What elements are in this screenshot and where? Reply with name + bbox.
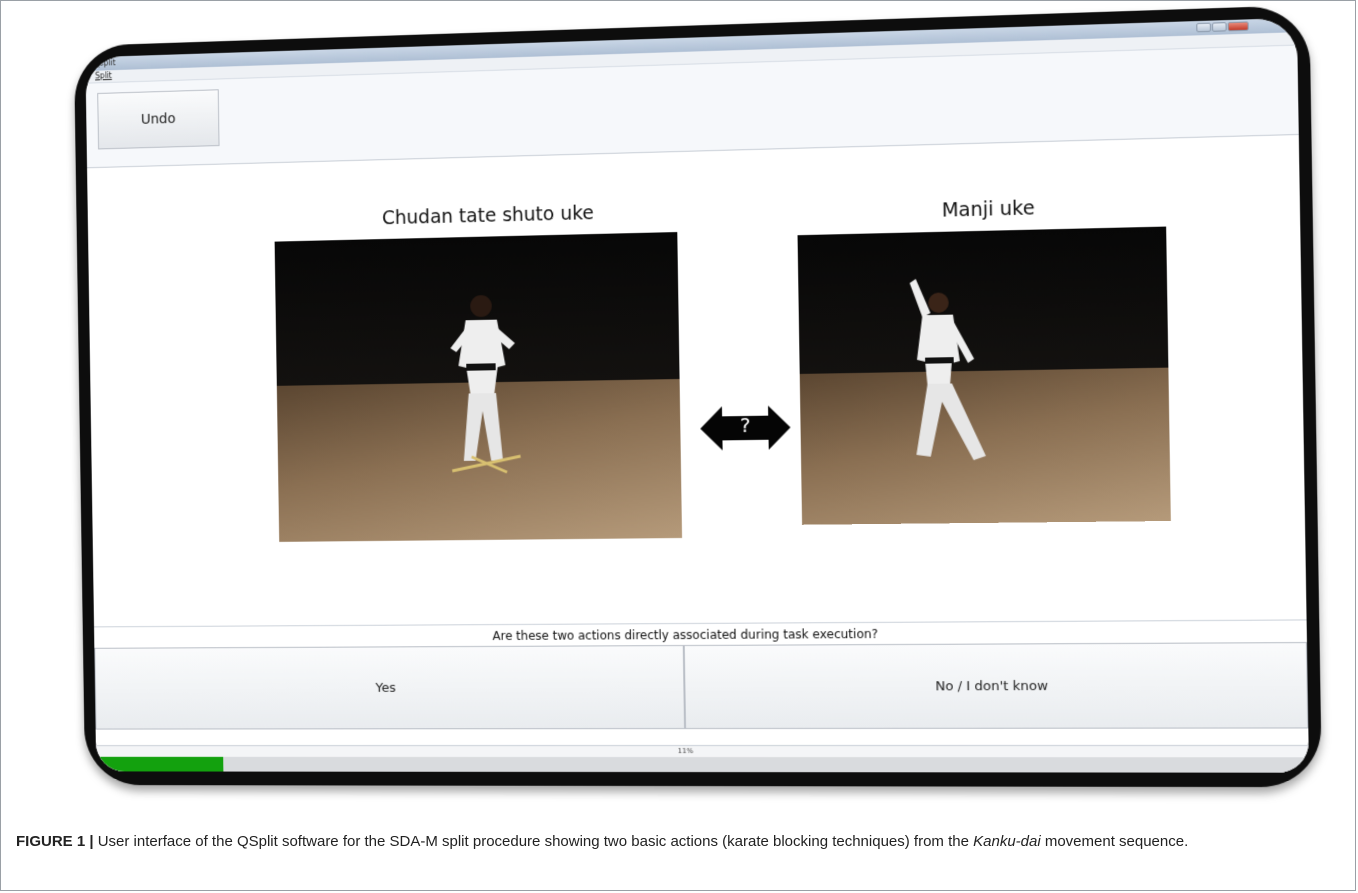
progress-percent: 11%	[677, 747, 694, 756]
right-action-image	[797, 226, 1171, 525]
menu-split[interactable]: Split	[95, 71, 112, 80]
right-action-title: Manji uke	[941, 197, 1035, 222]
app-window: qsplit Split Undo Chudan tate shuto uke	[85, 17, 1310, 773]
no-dont-know-button[interactable]: No / I don't know	[683, 642, 1309, 730]
progress-area: 11%	[95, 744, 1310, 773]
caption-label: FIGURE 1 |	[16, 833, 94, 850]
caption-text-before: User interface of the QSplit software fo…	[93, 833, 974, 850]
relation-question-mark: ?	[739, 412, 751, 438]
yes-button[interactable]: Yes	[94, 645, 686, 730]
left-action-title: Chudan tate shuto uke	[381, 202, 595, 230]
relation-arrow: ?	[699, 402, 791, 453]
answer-buttons: Yes No / I don't know	[94, 642, 1309, 730]
window-controls	[1196, 21, 1249, 33]
progress-fill	[96, 756, 224, 772]
minimize-icon[interactable]	[1196, 22, 1212, 33]
maximize-icon[interactable]	[1211, 22, 1227, 32]
figure-caption: FIGURE 1 | User interface of the QSplit …	[16, 831, 1336, 853]
close-icon[interactable]	[1227, 21, 1249, 32]
caption-emphasis: Kanku-dai	[973, 833, 1041, 850]
progress-bar	[96, 756, 1310, 773]
monitor: qsplit Split Undo Chudan tate shuto uke	[73, 5, 1322, 788]
caption-text-after: movement sequence.	[1040, 833, 1189, 850]
comparison-area: Chudan tate shuto uke ? Manji uke	[87, 134, 1307, 597]
left-action-image	[274, 232, 683, 542]
undo-button[interactable]: Undo	[97, 89, 220, 150]
window-title: qsplit	[94, 58, 116, 68]
